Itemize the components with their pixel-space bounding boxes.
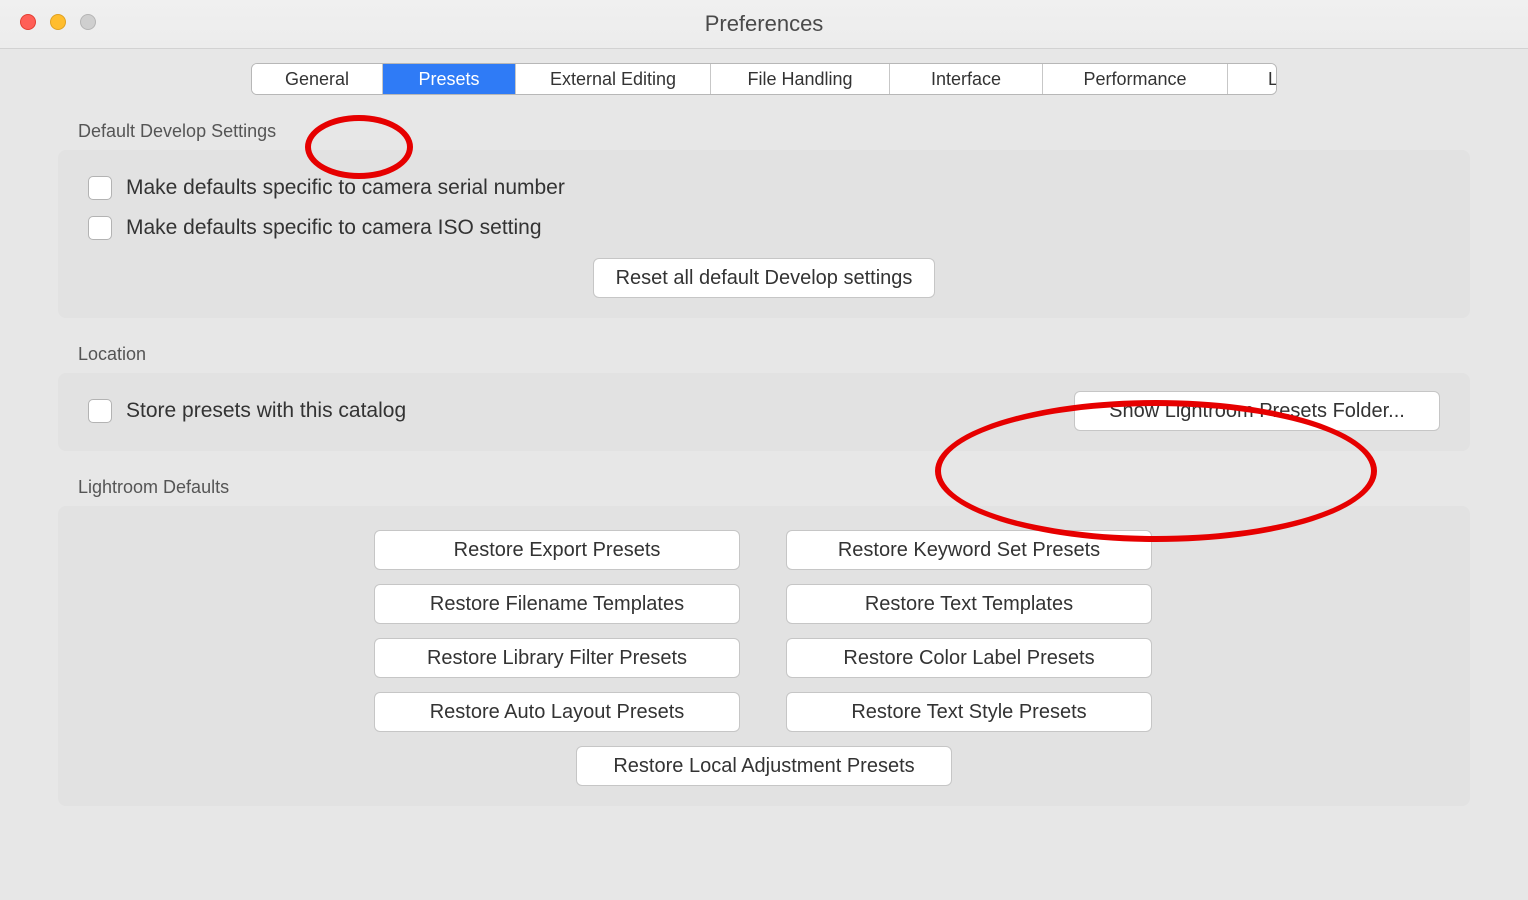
defaults-grid: Restore Export Presets Restore Keyword S… bbox=[88, 530, 1440, 732]
tab-lightroom-mobile[interactable]: Lightroom mobile bbox=[1228, 64, 1277, 94]
btn-show-presets-folder[interactable]: Show Lightroom Presets Folder... bbox=[1074, 391, 1440, 431]
tab-file-handling[interactable]: File Handling bbox=[711, 64, 890, 94]
checkbox-iso[interactable] bbox=[88, 216, 112, 240]
row-chk-iso[interactable]: Make defaults specific to camera ISO set… bbox=[88, 208, 1440, 248]
row-chk-store[interactable]: Store presets with this catalog bbox=[88, 395, 406, 427]
section-develop: Default Develop Settings Make defaults s… bbox=[36, 121, 1492, 318]
btn-reset-develop[interactable]: Reset all default Develop settings bbox=[593, 258, 936, 298]
btn-restore-autolayout[interactable]: Restore Auto Layout Presets bbox=[374, 692, 740, 732]
label-chk-store: Store presets with this catalog bbox=[126, 399, 406, 423]
section-location-title: Location bbox=[78, 344, 1492, 365]
row-chk-serial[interactable]: Make defaults specific to camera serial … bbox=[88, 168, 1440, 208]
label-chk-iso: Make defaults specific to camera ISO set… bbox=[126, 216, 542, 240]
close-icon[interactable] bbox=[20, 14, 36, 30]
zoom-icon[interactable] bbox=[80, 14, 96, 30]
tab-external-editing[interactable]: External Editing bbox=[516, 64, 711, 94]
preferences-root: General Presets External Editing File Ha… bbox=[0, 63, 1528, 806]
section-develop-title: Default Develop Settings bbox=[78, 121, 1492, 142]
tab-interface[interactable]: Interface bbox=[890, 64, 1043, 94]
btn-restore-libfilter[interactable]: Restore Library Filter Presets bbox=[374, 638, 740, 678]
section-defaults-title: Lightroom Defaults bbox=[78, 477, 1492, 498]
section-develop-body: Make defaults specific to camera serial … bbox=[58, 150, 1470, 318]
btn-restore-text-tpl[interactable]: Restore Text Templates bbox=[786, 584, 1152, 624]
section-location: Location Store presets with this catalog… bbox=[36, 344, 1492, 451]
tab-general[interactable]: General bbox=[252, 64, 383, 94]
checkbox-store[interactable] bbox=[88, 399, 112, 423]
btn-restore-localadj[interactable]: Restore Local Adjustment Presets bbox=[576, 746, 952, 786]
btn-restore-filename[interactable]: Restore Filename Templates bbox=[374, 584, 740, 624]
section-defaults: Lightroom Defaults Restore Export Preset… bbox=[36, 477, 1492, 806]
window-controls bbox=[20, 14, 96, 30]
btn-restore-colorlabel[interactable]: Restore Color Label Presets bbox=[786, 638, 1152, 678]
tab-bar: General Presets External Editing File Ha… bbox=[251, 63, 1277, 95]
minimize-icon[interactable] bbox=[50, 14, 66, 30]
checkbox-serial[interactable] bbox=[88, 176, 112, 200]
btn-restore-keyword[interactable]: Restore Keyword Set Presets bbox=[786, 530, 1152, 570]
label-chk-serial: Make defaults specific to camera serial … bbox=[126, 176, 565, 200]
window-title: Preferences bbox=[0, 0, 1528, 48]
btn-restore-textstyle[interactable]: Restore Text Style Presets bbox=[786, 692, 1152, 732]
section-location-body: Store presets with this catalog Show Lig… bbox=[58, 373, 1470, 451]
tab-presets[interactable]: Presets bbox=[383, 64, 516, 94]
titlebar: Preferences bbox=[0, 0, 1528, 49]
btn-restore-export[interactable]: Restore Export Presets bbox=[374, 530, 740, 570]
section-defaults-body: Restore Export Presets Restore Keyword S… bbox=[58, 506, 1470, 806]
tab-performance[interactable]: Performance bbox=[1043, 64, 1228, 94]
